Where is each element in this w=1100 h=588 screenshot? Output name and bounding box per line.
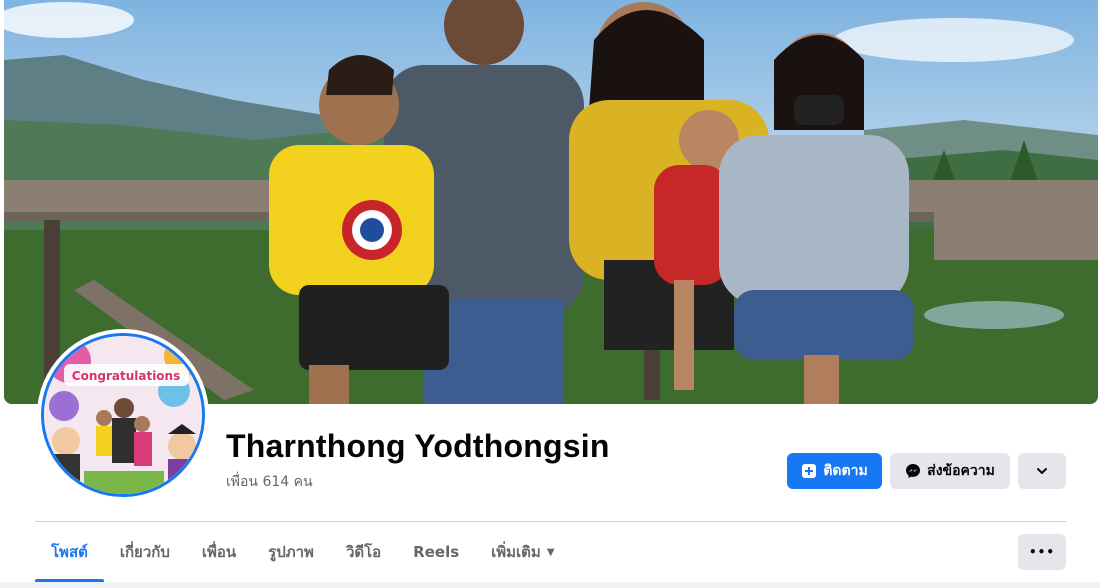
profile-tabs: โพสต์ เกี่ยวกับ เพื่อน รูปภาพ วิดีโอ Ree… (35, 522, 571, 582)
follow-button-label: ติดตาม (823, 463, 868, 479)
profile-avatar-ring: Congratulations (41, 333, 205, 497)
tab-more[interactable]: เพิ่มเติม ▼ (475, 522, 570, 582)
tab-label: รูปภาพ (268, 543, 314, 561)
tab-label: เพิ่มเติม (491, 543, 541, 561)
tab-photos[interactable]: รูปภาพ (252, 522, 330, 582)
profile-name: Tharnthong Yodthongsin (226, 428, 610, 464)
message-button[interactable]: ส่งข้อความ (890, 453, 1010, 489)
caret-down-icon: ▼ (546, 546, 555, 558)
tab-posts[interactable]: โพสต์ (35, 522, 104, 582)
tab-label: โพสต์ (51, 543, 88, 561)
messenger-icon (905, 463, 921, 479)
page-bottom-bar (0, 582, 1100, 588)
profile-avatar-image: Congratulations (44, 336, 202, 494)
tabs-more-button[interactable]: ••• (1018, 534, 1066, 570)
chevron-down-icon (1035, 464, 1049, 478)
follow-button[interactable]: ติดตาม (787, 453, 882, 489)
tab-reels[interactable]: Reels (397, 522, 475, 582)
tab-videos[interactable]: วิดีโอ (330, 522, 397, 582)
tab-label: เพื่อน (201, 543, 237, 561)
more-dots-icon: ••• (1028, 545, 1055, 559)
friends-count[interactable]: เพื่อน 614 คน (226, 471, 313, 493)
tab-friends[interactable]: เพื่อน (186, 522, 252, 582)
tab-label: เกี่ยวกับ (119, 543, 170, 561)
more-actions-button[interactable] (1018, 453, 1066, 489)
tab-about[interactable]: เกี่ยวกับ (104, 522, 186, 582)
profile-avatar[interactable]: Congratulations (37, 329, 209, 501)
profile-page: Congratulations Tharnthong Yodthongsin เ… (0, 0, 1100, 588)
tab-label: วิดีโอ (345, 543, 382, 561)
message-button-label: ส่งข้อความ (927, 463, 995, 479)
follow-add-icon (801, 463, 817, 479)
avatar-banner-text: Congratulations (72, 369, 180, 383)
tab-label: Reels (413, 543, 460, 561)
